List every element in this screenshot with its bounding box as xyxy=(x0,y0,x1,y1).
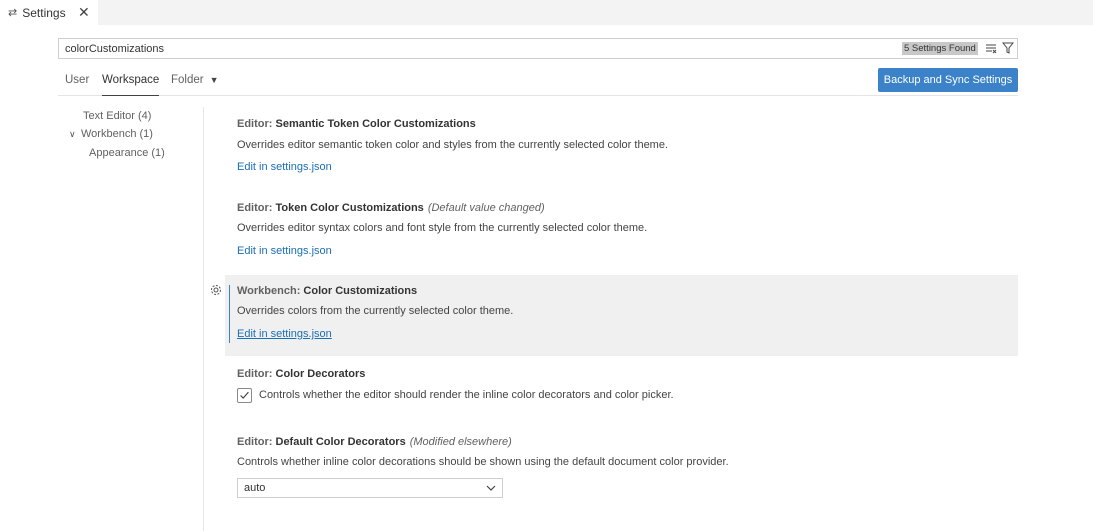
setting-note: (Default value changed) xyxy=(427,202,545,214)
default-color-decorators-select[interactable]: auto xyxy=(237,478,503,498)
filter-icon[interactable] xyxy=(1002,42,1014,54)
tab-settings[interactable]: ⇄ Settings ✕ xyxy=(0,0,98,25)
close-icon[interactable]: ✕ xyxy=(78,4,90,21)
select-value: auto xyxy=(244,482,266,494)
toc-item-workbench[interactable]: ∨ Workbench (1) xyxy=(69,128,153,140)
editor-tab-bar: ⇄ Settings ✕ xyxy=(0,0,1093,25)
focus-indicator xyxy=(229,285,230,343)
setting-description: Overrides editor syntax colors and font … xyxy=(237,222,648,234)
setting-title: Editor: Semantic Token Color Customizati… xyxy=(237,118,476,130)
scope-tabs: User Workspace Folder ▼ xyxy=(58,70,1018,96)
setting-title: Workbench: Color Customizations xyxy=(237,285,417,297)
tab-label: Settings xyxy=(22,5,66,20)
gear-icon[interactable] xyxy=(210,284,222,296)
checkmark-icon xyxy=(240,391,249,399)
edit-in-settings-json-link[interactable]: Edit in settings.json xyxy=(237,328,332,340)
setting-key: Color Decorators xyxy=(275,368,366,380)
setting-color-decorators: Editor: Color Decorators Controls whethe… xyxy=(225,358,1018,420)
toc-item-appearance[interactable]: Appearance (1) xyxy=(89,147,165,159)
setting-category: Editor: xyxy=(237,436,276,448)
tab-folder-label: Folder xyxy=(171,74,204,86)
setting-description: Controls whether inline color decoration… xyxy=(237,456,729,468)
toc-workbench-label: Workbench (1) xyxy=(81,128,153,140)
setting-key: Semantic Token Color Customizations xyxy=(275,118,476,130)
setting-title: Editor: Token Color Customizations (Defau… xyxy=(237,202,545,214)
chevron-down-icon xyxy=(486,485,496,491)
results-count-badge: 5 Settings Found xyxy=(902,42,978,55)
setting-token-color: Editor: Token Color Customizations (Defau… xyxy=(225,192,1018,272)
setting-category: Editor: xyxy=(237,202,276,214)
tab-folder[interactable]: Folder ▼ xyxy=(171,74,219,96)
chevron-down-icon: ▼ xyxy=(209,75,219,85)
setting-category: Editor: xyxy=(237,368,276,380)
setting-key: Default Color Decorators xyxy=(275,436,406,448)
setting-category: Workbench: xyxy=(237,285,304,297)
checkbox-label: Controls whether the editor should rende… xyxy=(259,389,674,401)
setting-key: Token Color Customizations xyxy=(275,202,424,214)
edit-in-settings-json-link[interactable]: Edit in settings.json xyxy=(237,245,332,257)
settings-toc: Text Editor (4) ∨ Workbench (1) Appearanc… xyxy=(58,107,204,531)
clear-filter-icon[interactable] xyxy=(985,42,997,54)
setting-description: Overrides colors from the currently sele… xyxy=(237,305,514,317)
setting-category: Editor: xyxy=(237,118,276,130)
setting-note: (Modified elsewhere) xyxy=(409,436,512,448)
settings-search-input[interactable]: colorCustomizations 5 Settings Found xyxy=(58,38,1018,59)
setting-default-color-decorators: Editor: Default Color Decorators (Modifie… xyxy=(225,426,1018,516)
setting-title: Editor: Color Decorators xyxy=(237,368,365,380)
setting-title: Editor: Default Color Decorators (Modifie… xyxy=(237,436,512,448)
setting-key: Color Customizations xyxy=(303,285,418,297)
edit-in-settings-json-link[interactable]: Edit in settings.json xyxy=(237,161,332,173)
setting-workbench-color-customizations: Workbench: Color Customizations Override… xyxy=(225,275,1018,356)
backup-sync-button[interactable]: Backup and Sync Settings xyxy=(878,68,1018,92)
color-decorators-checkbox[interactable] xyxy=(237,388,252,403)
chevron-down-icon: ∨ xyxy=(69,129,76,139)
setting-description: Overrides editor semantic token color an… xyxy=(237,139,669,151)
settings-icon: ⇄ xyxy=(8,7,18,19)
setting-semantic-token-color: Editor: Semantic Token Color Customizati… xyxy=(225,108,1018,188)
tab-user[interactable]: User xyxy=(65,74,89,96)
toc-item-text-editor[interactable]: Text Editor (4) xyxy=(83,110,151,122)
search-value: colorCustomizations xyxy=(65,42,165,55)
tab-workspace[interactable]: Workspace xyxy=(102,74,160,96)
